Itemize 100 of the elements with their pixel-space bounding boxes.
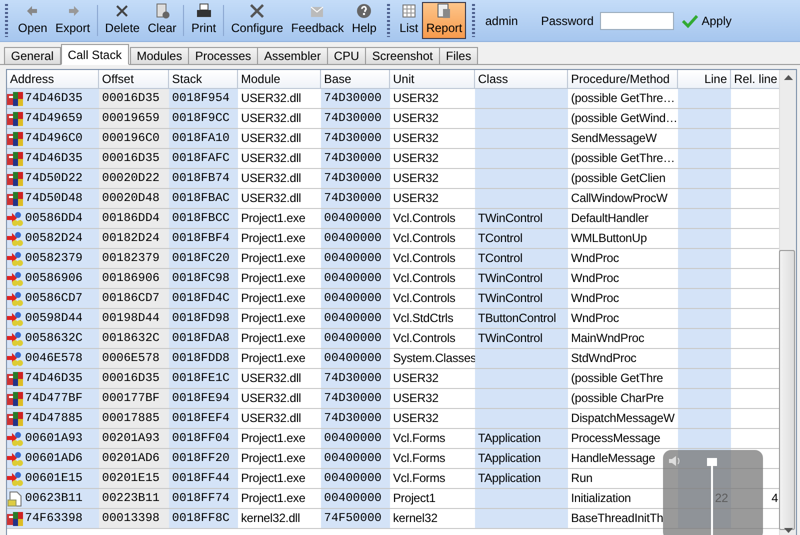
- column-header[interactable]: Line: [678, 70, 731, 89]
- table-cell: 00400000: [321, 449, 390, 469]
- table-cell: 00198D44: [99, 309, 169, 329]
- table-cell: TWinControl: [475, 209, 568, 229]
- feedback-button[interactable]: Feedback: [287, 2, 348, 39]
- table-cell: TApplication: [475, 449, 568, 469]
- table-cell: [678, 269, 731, 289]
- tab[interactable]: Assembler: [257, 47, 328, 64]
- table-cell: 0018FDA8: [169, 329, 238, 349]
- table-cell: [678, 169, 731, 189]
- table-cell: 0018FF20: [169, 449, 238, 469]
- table-cell: 0018F9CC: [169, 109, 238, 129]
- arrow-dots-icon: [7, 270, 23, 286]
- table-cell: 0018FF74: [169, 489, 238, 509]
- delete-button[interactable]: Delete: [101, 2, 144, 39]
- table-cell: 74D30000: [321, 149, 390, 169]
- tab[interactable]: Modules: [130, 47, 190, 64]
- cross-icon: [114, 3, 130, 19]
- column-header[interactable]: Address: [7, 70, 99, 89]
- help-button[interactable]: Help: [348, 2, 381, 39]
- arrow-dots-icon: [7, 290, 23, 306]
- table-cell: 0018FE1C: [169, 369, 238, 389]
- list-button[interactable]: List: [396, 2, 422, 39]
- tab[interactable]: CPU: [326, 47, 366, 64]
- arrow-dots-icon: [7, 430, 23, 446]
- tools-icon: [249, 3, 266, 19]
- table-cell: [678, 309, 731, 329]
- table-cell: 00400000: [321, 269, 390, 289]
- print-button[interactable]: Print: [187, 2, 220, 39]
- table-cell: 00019659: [99, 109, 169, 129]
- open-button[interactable]: Open: [14, 2, 52, 39]
- scrollbar[interactable]: [779, 70, 796, 535]
- arrow-dots-icon: [7, 250, 23, 266]
- table-cell: 0018FF8C: [169, 509, 238, 529]
- table-cell: [678, 209, 731, 229]
- column-header[interactable]: Offset: [99, 70, 169, 89]
- report-icon: [436, 3, 452, 19]
- configure-button[interactable]: Configure: [227, 2, 288, 39]
- printer-icon: [196, 3, 212, 19]
- table-cell: 00020D48: [99, 189, 169, 209]
- table-cell: [678, 109, 731, 129]
- arrow-dots-icon: [7, 230, 23, 246]
- tab[interactable]: Processes: [188, 47, 258, 64]
- table-cell: TWinControl: [475, 289, 568, 309]
- document-icon: [154, 3, 170, 19]
- address-text: 00586DD4: [25, 210, 83, 227]
- column-header[interactable]: Base: [321, 70, 390, 89]
- table-cell: 74D30000: [321, 129, 390, 149]
- table-cell: 0018FBF4: [169, 229, 238, 249]
- table-cell: 0018FD98: [169, 309, 238, 329]
- tab[interactable]: General: [4, 47, 61, 64]
- tab[interactable]: Screenshot: [365, 47, 440, 64]
- table-cell: 00013398: [99, 509, 169, 529]
- column-header[interactable]: Class: [475, 70, 568, 89]
- check-icon: [682, 14, 698, 28]
- apply-button[interactable]: Apply: [680, 12, 734, 30]
- address-text: 00598D44: [25, 310, 83, 327]
- table-cell: 00400000: [321, 289, 390, 309]
- table-cell: 0018FE94: [169, 389, 238, 409]
- address-text: 00582379: [25, 250, 83, 267]
- table-cell: 0018FDD8: [169, 349, 238, 369]
- table-cell: [678, 89, 731, 109]
- table-cell: 00182D24: [99, 229, 169, 249]
- table-cell: [678, 249, 731, 269]
- table-cell: 00182379: [99, 249, 169, 269]
- table-cell: 0018632C: [99, 329, 169, 349]
- address-text: 0046E578: [25, 350, 83, 367]
- table-cell: [678, 369, 731, 389]
- table-cell: 00400000: [321, 309, 390, 329]
- table-cell: 00400000: [321, 329, 390, 349]
- table-cell: 00400000: [321, 469, 390, 489]
- password-label: Password: [540, 14, 594, 28]
- address-text: 74D47885: [25, 410, 83, 427]
- export-button[interactable]: Export: [51, 2, 94, 39]
- column-header[interactable]: Unit: [390, 70, 475, 89]
- column-header[interactable]: Module: [238, 70, 321, 89]
- table-cell: 74D30000: [321, 89, 390, 109]
- grid-icon: [400, 3, 417, 19]
- tab[interactable]: Call Stack: [60, 44, 129, 65]
- column-header[interactable]: Procedure/Method: [568, 70, 678, 89]
- table-cell: 00016D35: [99, 149, 169, 169]
- column-header[interactable]: Stack: [169, 70, 238, 89]
- address-text: 00582D24: [25, 230, 83, 247]
- report-button[interactable]: Report: [422, 2, 466, 39]
- table-cell: 00400000: [321, 249, 390, 269]
- table-cell: 74F50000: [321, 509, 390, 529]
- tab[interactable]: Files: [438, 47, 478, 64]
- address-text: 00586906: [25, 270, 83, 287]
- address-text: 74D50D48: [25, 190, 83, 207]
- password-field[interactable]: [600, 12, 674, 30]
- table-cell: 00400000: [321, 229, 390, 249]
- table-cell: 0018FBCC: [169, 209, 238, 229]
- address-text: 74D477BF: [25, 390, 83, 407]
- clear-button[interactable]: Clear: [144, 2, 180, 39]
- table-cell: [678, 129, 731, 149]
- table-cell: 0018FBAC: [169, 189, 238, 209]
- table-cell: 000196C0: [99, 129, 169, 149]
- arrow-dots-icon: [7, 330, 23, 346]
- table-cell: 00016D35: [99, 369, 169, 389]
- table-cell: [678, 329, 731, 349]
